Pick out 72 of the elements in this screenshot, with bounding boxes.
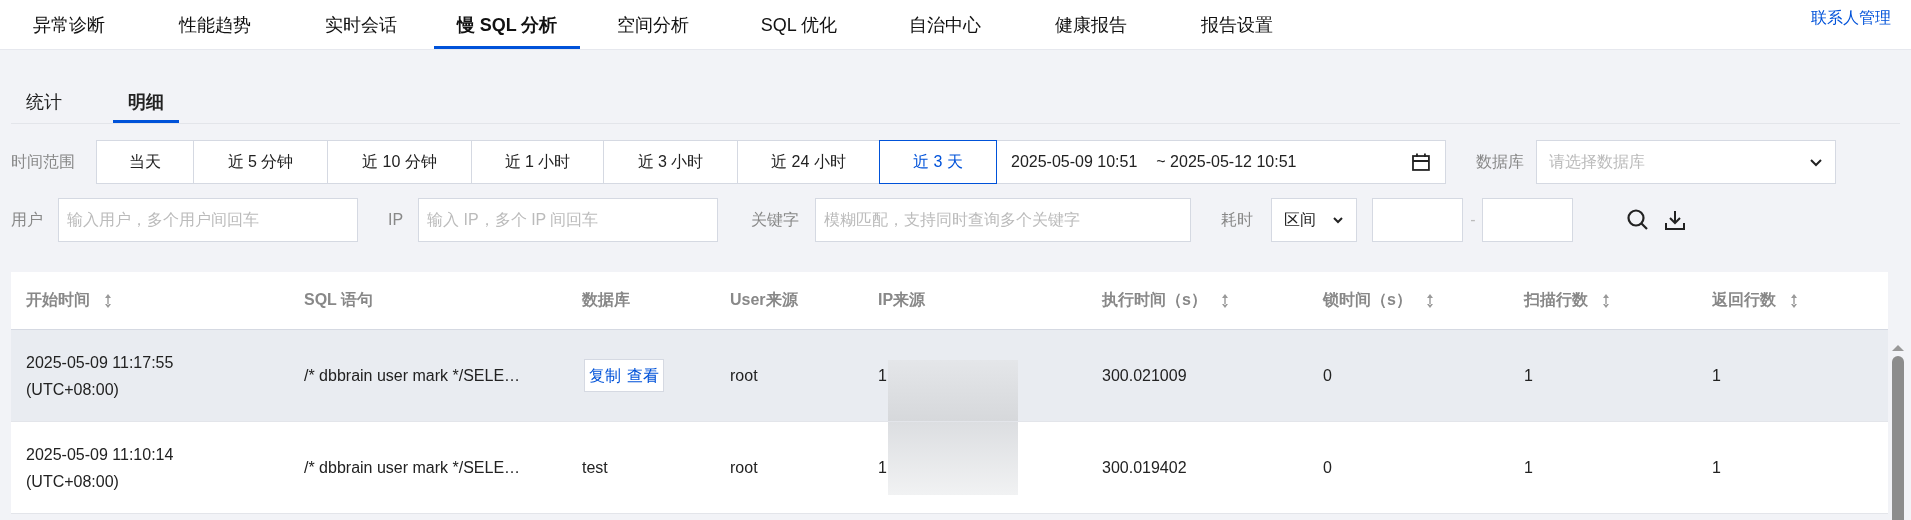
column-header: SQL 语句 bbox=[304, 290, 374, 310]
sql-cell-text: /* dbbrain user mark */SELE… bbox=[304, 366, 521, 386]
action-link[interactable]: 复制 bbox=[589, 362, 621, 389]
sub-tab[interactable]: 统计 bbox=[26, 90, 77, 123]
exec-time-cell-text: 300.021009 bbox=[1102, 366, 1187, 386]
database-cell-text: test bbox=[582, 458, 608, 478]
column-header: 执行时间（s） bbox=[1102, 290, 1207, 310]
time-range-label: 时间范围 bbox=[11, 151, 75, 172]
ip-cell-text: 1 bbox=[878, 366, 887, 386]
sort-icon[interactable] bbox=[1220, 292, 1229, 309]
time-range-button[interactable]: 近 1 小时 bbox=[471, 140, 604, 184]
chevron-down-icon bbox=[1332, 214, 1345, 226]
time-range-button[interactable]: 近 3 小时 bbox=[603, 140, 738, 184]
nav-tab[interactable]: 自治中心 bbox=[872, 0, 1018, 49]
contact-management-link[interactable]: 联系人管理 bbox=[1811, 8, 1891, 49]
time-range-button[interactable]: 当天 bbox=[96, 140, 194, 184]
min-duration-input[interactable] bbox=[1372, 198, 1464, 242]
nav-tab[interactable]: 慢 SQL 分析 bbox=[434, 0, 580, 49]
table-row[interactable]: 2025-05-09 11:17:55 (UTC+08:00) /* dbbrain user mark */SELE… 复制 查看 root 1 300.021009 0 1 1 bbox=[11, 330, 1888, 422]
start-time-cell-text: 2025-05-09 11:10:14 (UTC+08:00) bbox=[26, 444, 174, 492]
lock-time-cell-text: 0 bbox=[1323, 366, 1332, 386]
time-range-button[interactable]: 近 3 天 bbox=[879, 140, 997, 184]
column-header: 返回行数 bbox=[1712, 290, 1776, 310]
scanned-rows-cell-text: 1 bbox=[1524, 458, 1533, 478]
column-header: User来源 bbox=[730, 290, 798, 310]
nav-tab[interactable]: 性能趋势 bbox=[142, 0, 288, 49]
lock-time-cell-text: 0 bbox=[1323, 458, 1332, 478]
exec-time-cell-text: 300.019402 bbox=[1102, 458, 1187, 478]
duration-label: 耗时 bbox=[1221, 209, 1254, 230]
scanned-rows-cell-text: 1 bbox=[1524, 366, 1533, 386]
keyword-label: 关键字 bbox=[751, 209, 800, 230]
nav-tab[interactable]: 报告设置 bbox=[1164, 0, 1310, 49]
returned-rows-cell-text: 1 bbox=[1712, 458, 1721, 478]
column-header: 扫描行数 bbox=[1524, 290, 1588, 310]
user-cell-text: root bbox=[730, 366, 758, 386]
nav-tab[interactable]: 空间分析 bbox=[580, 0, 726, 49]
nav-tab[interactable]: SQL 优化 bbox=[726, 0, 872, 49]
download-icon[interactable] bbox=[1664, 209, 1687, 231]
database-label: 数据库 bbox=[1476, 151, 1524, 172]
ip-cell-text: 1 bbox=[878, 458, 887, 478]
date-range-field[interactable]: 2025-05-09 10:51 ~ 2025-05-12 10:51 bbox=[996, 140, 1446, 184]
duration-mode-select[interactable]: 区间 bbox=[1271, 198, 1358, 242]
time-range-button[interactable]: 近 24 小时 bbox=[737, 140, 880, 184]
action-link[interactable]: 查看 bbox=[627, 362, 659, 389]
column-header: 开始时间 bbox=[26, 290, 90, 310]
sort-icon[interactable] bbox=[1425, 292, 1434, 309]
nav-tab[interactable]: 异常诊断 bbox=[0, 0, 142, 49]
user-label: 用户 bbox=[11, 209, 43, 230]
start-time-cell-text: 2025-05-09 11:17:55 (UTC+08:00) bbox=[26, 352, 174, 400]
max-duration-input[interactable] bbox=[1482, 198, 1574, 242]
scrollbar[interactable] bbox=[1890, 342, 1906, 520]
sort-icon[interactable] bbox=[104, 292, 112, 309]
ip-label: IP bbox=[388, 211, 404, 229]
sort-icon[interactable] bbox=[1602, 292, 1610, 309]
keyword-input[interactable]: 模糊匹配，支持同时查询多个关键字 bbox=[815, 198, 1192, 242]
range-separator: - bbox=[1470, 211, 1476, 229]
sql-cell-text: /* dbbrain user mark */SELE… bbox=[304, 458, 521, 478]
user-cell-text: root bbox=[730, 458, 758, 478]
calendar-icon bbox=[1411, 152, 1431, 172]
sub-tab[interactable]: 明细 bbox=[113, 90, 179, 123]
column-header: IP来源 bbox=[878, 290, 926, 310]
ip-input[interactable]: 输入 IP，多个 IP 间回车 bbox=[418, 198, 719, 242]
column-header: 数据库 bbox=[582, 290, 630, 310]
time-range-button[interactable]: 近 5 分钟 bbox=[193, 140, 328, 184]
column-header: 锁时间（s） bbox=[1323, 290, 1412, 310]
sort-icon[interactable] bbox=[1790, 292, 1798, 309]
nav-tab[interactable]: 健康报告 bbox=[1018, 0, 1164, 49]
nav-tab[interactable]: 实时会话 bbox=[288, 0, 434, 49]
user-input[interactable]: 输入用户，多个用户间回车 bbox=[58, 198, 358, 242]
table-row[interactable]: 2025-05-09 11:10:14 (UTC+08:00) /* dbbrain user mark */SELE… test root 1 300.019402 0 1 1 bbox=[11, 422, 1888, 514]
returned-rows-cell-text: 1 bbox=[1712, 366, 1721, 386]
time-range-button[interactable]: 近 10 分钟 bbox=[327, 140, 472, 184]
